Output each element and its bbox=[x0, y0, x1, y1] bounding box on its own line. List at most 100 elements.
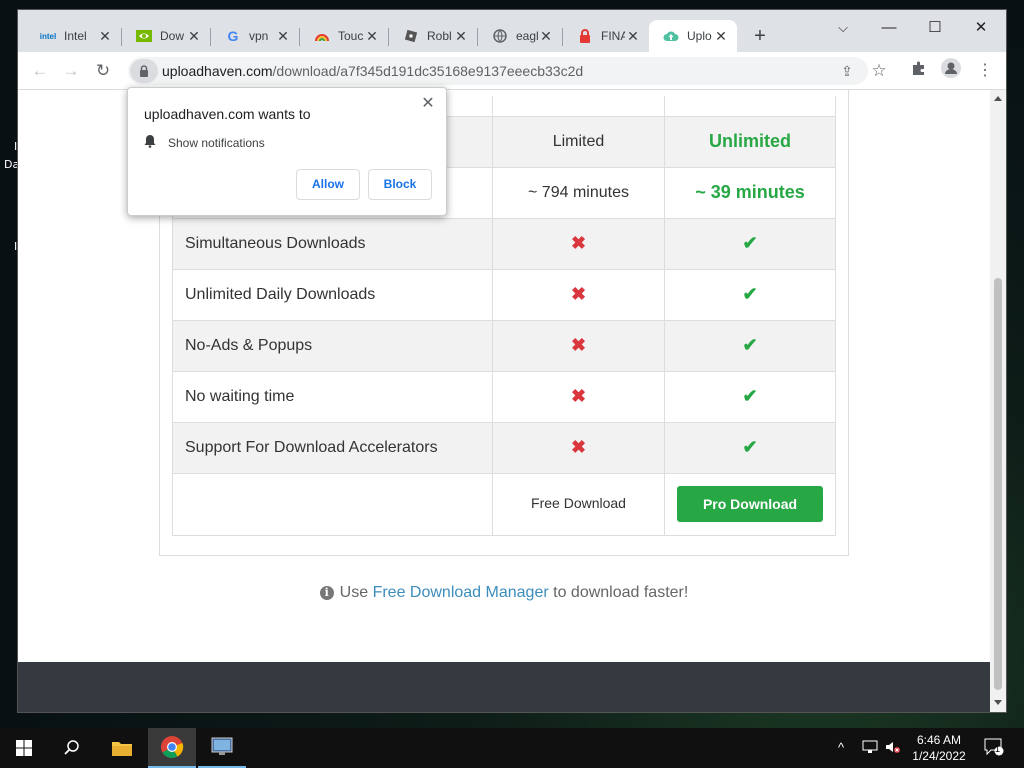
check-icon: ✔ bbox=[742, 233, 758, 253]
close-icon[interactable]: ✕ bbox=[713, 28, 729, 44]
roblox-icon bbox=[403, 28, 419, 44]
tab-strip: intel Intel ✕ Dow ✕ G vpn ✕ Touc ✕ Robl … bbox=[18, 10, 1006, 52]
profile-avatar-icon[interactable] bbox=[938, 58, 964, 84]
page-scrollbar[interactable] bbox=[990, 90, 1006, 712]
lock-icon[interactable] bbox=[130, 59, 158, 83]
scroll-up-icon[interactable] bbox=[994, 96, 1002, 101]
check-icon: ✔ bbox=[742, 386, 758, 406]
tab-intel[interactable]: intel Intel ✕ bbox=[26, 20, 121, 52]
table-row: Free Download Pro Download bbox=[172, 472, 836, 536]
tab-label: Uplo bbox=[687, 29, 712, 43]
block-button[interactable]: Block bbox=[368, 169, 432, 200]
remote-desktop-icon[interactable] bbox=[198, 728, 246, 768]
fdm-prefix: Use bbox=[339, 584, 369, 601]
scroll-thumb[interactable] bbox=[994, 278, 1002, 690]
lock-red-icon bbox=[577, 28, 593, 44]
new-tab-button[interactable]: + bbox=[748, 24, 772, 48]
close-icon[interactable]: ✕ bbox=[453, 28, 469, 44]
plan-header-limited: Limited bbox=[492, 115, 665, 168]
close-window-button[interactable]: ✕ bbox=[958, 14, 1004, 42]
browser-toolbar: ← → ↻ uploadhaven.com/download/a7f345d19… bbox=[18, 52, 1006, 90]
address-bar[interactable]: uploadhaven.com/download/a7f345d191dc351… bbox=[128, 57, 868, 85]
url-text[interactable]: uploadhaven.com/download/a7f345d191dc351… bbox=[162, 63, 583, 79]
tab-label: Robl bbox=[427, 29, 452, 43]
desktop-icon-fragment: I bbox=[14, 140, 18, 153]
notification-count: 1 bbox=[995, 744, 1001, 754]
close-icon[interactable]: ✕ bbox=[538, 28, 554, 44]
allow-button[interactable]: Allow bbox=[296, 169, 360, 200]
pro-download-button[interactable]: Pro Download bbox=[677, 486, 823, 522]
tab-final[interactable]: FINA ✕ bbox=[563, 20, 649, 52]
check-icon: ✔ bbox=[742, 335, 758, 355]
tab-label: eagl bbox=[516, 29, 538, 43]
speed-limited: ~ 794 minutes bbox=[492, 166, 665, 219]
network-icon[interactable] bbox=[862, 740, 878, 757]
close-icon[interactable]: ✕ bbox=[364, 28, 380, 44]
desktop-icon-fragment: I bbox=[14, 240, 18, 253]
tab-search-icon[interactable]: ⌵ bbox=[820, 14, 866, 42]
cross-icon: ✖ bbox=[570, 386, 587, 406]
chevron-up-icon[interactable]: ^ bbox=[838, 740, 844, 755]
search-icon[interactable] bbox=[48, 728, 96, 768]
check-icon: ✔ bbox=[742, 437, 758, 457]
clock-date: 1/24/2022 bbox=[912, 749, 966, 763]
popup-title: uploadhaven.com wants to bbox=[144, 106, 311, 122]
clock-time: 6:46 AM bbox=[916, 733, 962, 747]
chrome-taskbar-icon[interactable] bbox=[148, 728, 196, 768]
url-path: /download/a7f345d191dc35168e9137eeecb33c… bbox=[272, 63, 584, 79]
cross-icon: ✖ bbox=[570, 437, 587, 457]
volume-muted-icon[interactable] bbox=[885, 740, 901, 757]
feature-label: No waiting time bbox=[172, 370, 493, 423]
tab-vpn[interactable]: G vpn ✕ bbox=[211, 20, 299, 52]
taskbar: ^ 6:46 AM 1/24/2022 1 bbox=[0, 728, 1024, 768]
feature-label: Unlimited Daily Downloads bbox=[172, 268, 493, 321]
google-icon: G bbox=[227, 28, 239, 44]
scroll-down-icon[interactable] bbox=[994, 700, 1002, 705]
nvidia-icon bbox=[136, 28, 152, 44]
close-icon[interactable]: ✕ bbox=[625, 28, 641, 44]
desktop-icon-fragment: Da bbox=[4, 158, 20, 171]
close-icon[interactable]: ✕ bbox=[97, 28, 113, 44]
free-download-link[interactable]: Free Download bbox=[531, 495, 626, 511]
tab-touch[interactable]: Touc ✕ bbox=[300, 20, 388, 52]
minimize-button[interactable]: — bbox=[866, 14, 912, 42]
tab-roblox[interactable]: Robl ✕ bbox=[389, 20, 477, 52]
close-icon[interactable]: ✕ bbox=[186, 28, 202, 44]
start-button[interactable] bbox=[0, 728, 48, 768]
reload-button[interactable]: ↻ bbox=[90, 58, 116, 84]
action-center-icon[interactable]: 1 bbox=[984, 738, 1004, 759]
permission-row: Show notifications bbox=[144, 134, 265, 151]
speed-unlimited: ~ 39 minutes bbox=[664, 166, 836, 219]
tab-eagle[interactable]: eagl ✕ bbox=[478, 20, 562, 52]
system-clock[interactable]: 6:46 AM 1/24/2022 bbox=[900, 732, 978, 764]
extensions-icon[interactable] bbox=[906, 58, 932, 84]
intel-icon: intel bbox=[39, 31, 57, 41]
table-row: Support For Download Accelerators ✖ ✔ bbox=[172, 421, 836, 474]
close-icon[interactable]: ✕ bbox=[275, 28, 291, 44]
browser-window: intel Intel ✕ Dow ✕ G vpn ✕ Touc ✕ Robl … bbox=[18, 10, 1006, 712]
url-host: uploadhaven.com bbox=[162, 63, 273, 79]
maximize-button[interactable]: ☐ bbox=[912, 14, 958, 42]
feature-label: Simultaneous Downloads bbox=[172, 217, 493, 270]
tab-label: Touc bbox=[338, 29, 364, 43]
notification-permission-popup: uploadhaven.com wants to ✕ Show notifica… bbox=[127, 87, 447, 216]
table-row: No-Ads & Popups ✖ ✔ bbox=[172, 319, 836, 372]
rainbow-icon bbox=[314, 28, 330, 44]
share-icon[interactable]: ⇪ bbox=[834, 58, 860, 84]
bell-icon bbox=[144, 134, 156, 151]
tab-uploadhaven[interactable]: Uplo ✕ bbox=[649, 20, 737, 52]
cross-icon: ✖ bbox=[570, 335, 587, 355]
permission-text: Show notifications bbox=[168, 135, 265, 150]
fdm-link[interactable]: Free Download Manager bbox=[373, 584, 549, 601]
table-row: Unlimited Daily Downloads ✖ ✔ bbox=[172, 268, 836, 321]
uploadhaven-icon bbox=[663, 28, 679, 44]
menu-kebab-icon[interactable]: ⋮ bbox=[972, 58, 998, 84]
bookmark-star-icon[interactable]: ☆ bbox=[866, 58, 892, 84]
fdm-suffix: to download faster! bbox=[553, 584, 689, 601]
forward-button[interactable]: → bbox=[58, 58, 84, 84]
tab-download[interactable]: Dow ✕ bbox=[122, 20, 210, 52]
tab-label: FINA bbox=[601, 29, 625, 43]
file-explorer-icon[interactable] bbox=[98, 728, 146, 768]
back-button[interactable]: ← bbox=[27, 58, 53, 84]
close-icon[interactable]: ✕ bbox=[418, 94, 438, 114]
